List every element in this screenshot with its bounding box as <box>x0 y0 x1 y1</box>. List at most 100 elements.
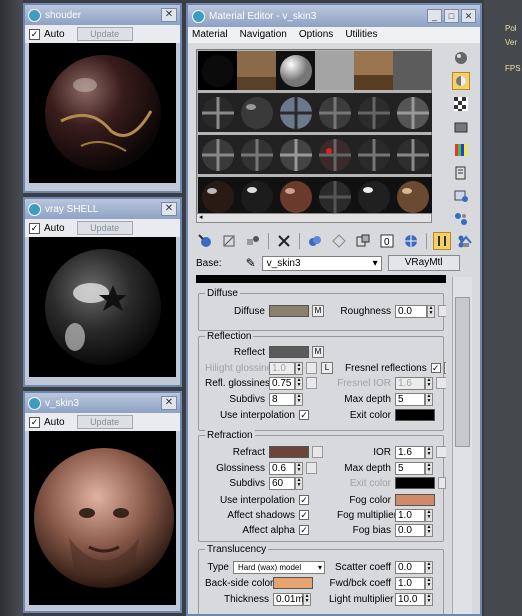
hilight-map-button[interactable] <box>306 362 317 374</box>
put-to-scene-icon[interactable] <box>220 232 238 250</box>
checker-background-icon[interactable] <box>452 95 470 113</box>
menu-options[interactable]: Options <box>299 27 333 43</box>
reflection-max-depth-spinner[interactable]: ▲ ▼ <box>425 392 433 406</box>
sample-slot[interactable] <box>198 93 237 132</box>
sample-slot[interactable] <box>198 135 237 174</box>
sample-slot[interactable] <box>315 51 354 90</box>
fresnel-lock-button[interactable]: L <box>443 362 446 374</box>
sample-slot[interactable] <box>276 177 315 216</box>
menu-navigation[interactable]: Navigation <box>240 27 287 43</box>
preview-window-v-skin3[interactable]: v_skin3 ✕ ✓ Auto Update <box>23 391 182 613</box>
sample-slot[interactable] <box>276 93 315 132</box>
preview-window-vray-shell[interactable]: vray SHELL ✕ ✓ Auto Update <box>23 197 182 387</box>
maximize-icon[interactable]: □ <box>444 9 459 23</box>
chevron-down-icon[interactable]: ▾ <box>318 563 324 572</box>
make-preview-icon[interactable] <box>452 164 470 182</box>
scrollbar-thumb[interactable] <box>455 297 470 447</box>
reflection-use-interpolation-checkbox[interactable]: ✓ <box>299 410 309 420</box>
chevron-down-icon[interactable]: ▾ <box>373 258 381 269</box>
refl-glossiness-input[interactable]: 0.75 <box>269 376 295 390</box>
roughness-input[interactable]: 0.0 <box>395 304 427 318</box>
update-button[interactable]: Update <box>76 27 133 41</box>
fog-bias-input[interactable]: 0.0 <box>395 523 425 537</box>
fog-bias-spinner[interactable]: ▲ ▼ <box>425 523 433 537</box>
get-material-icon[interactable] <box>196 232 214 250</box>
material-editor-window[interactable]: Material Editor - v_skin3 _ □ ✕ Material… <box>186 3 482 616</box>
fwd-bck-coeff-input[interactable]: 1.0 <box>395 576 425 590</box>
preview-titlebar[interactable]: v_skin3 ✕ <box>25 393 180 413</box>
update-button[interactable]: Update <box>76 415 133 429</box>
reflect-map-button[interactable]: M <box>312 346 324 358</box>
select-by-material-icon[interactable] <box>452 210 470 228</box>
options-icon[interactable] <box>452 187 470 205</box>
sample-slot[interactable] <box>237 135 276 174</box>
material-effects-channel-icon[interactable]: 0 <box>378 232 396 250</box>
thickness-input[interactable]: 0.01m <box>273 592 304 606</box>
refraction-glossiness-spinner[interactable]: ▲ ▼ <box>295 461 303 475</box>
refraction-glossiness-map-button[interactable] <box>306 462 317 474</box>
roughness-map-button[interactable] <box>438 305 446 317</box>
refraction-max-depth-spinner[interactable]: ▲ ▼ <box>425 461 433 475</box>
ior-input[interactable]: 1.6 <box>395 445 425 459</box>
light-multiplier-spinner[interactable]: ▲ ▼ <box>425 592 433 606</box>
video-color-check-icon[interactable] <box>452 141 470 159</box>
scatter-coeff-input[interactable]: 0.0 <box>395 560 425 574</box>
light-multiplier-input[interactable]: 10.0 <box>395 592 425 606</box>
go-to-parent-icon[interactable] <box>457 232 475 250</box>
material-name-field[interactable]: v_skin3 ▾ <box>261 255 382 271</box>
refraction-use-interpolation-checkbox[interactable]: ✓ <box>299 495 309 505</box>
translucency-type-dropdown[interactable]: Hard (wax) model ▾ <box>233 560 325 574</box>
sample-slot[interactable] <box>198 51 237 90</box>
slots-horizontal-scrollbar[interactable]: ◂ <box>196 213 432 223</box>
sample-slot[interactable] <box>393 51 432 90</box>
diffuse-map-button[interactable]: M <box>312 305 324 317</box>
preview-window-shouder[interactable]: shouder ✕ ✓ Auto Update <box>23 3 182 193</box>
preview-titlebar[interactable]: shouder ✕ <box>25 5 180 25</box>
close-icon[interactable]: ✕ <box>161 8 177 22</box>
refraction-subdivs-input[interactable]: 60 <box>269 476 295 490</box>
refraction-exit-color-swatch[interactable] <box>395 477 435 489</box>
refraction-glossiness-input[interactable]: 0.6 <box>269 461 295 475</box>
sample-slot[interactable] <box>237 51 276 90</box>
fog-multiplier-spinner[interactable]: ▲ ▼ <box>425 508 433 522</box>
make-copy-icon[interactable] <box>306 232 324 250</box>
back-side-color-swatch[interactable] <box>273 577 313 589</box>
sample-slot[interactable] <box>276 51 315 90</box>
affect-alpha-checkbox[interactable]: ✓ <box>299 525 309 535</box>
thickness-spinner[interactable]: ▲ ▼ <box>303 592 311 606</box>
reflect-color-swatch[interactable] <box>269 346 309 358</box>
auto-checkbox[interactable]: ✓ <box>29 28 40 40</box>
affect-shadows-checkbox[interactable]: ✓ <box>299 510 309 520</box>
sample-slot[interactable] <box>276 135 315 174</box>
sample-slot[interactable] <box>315 135 354 174</box>
menu-utilities[interactable]: Utilities <box>345 27 377 43</box>
fwd-bck-coeff-spinner[interactable]: ▲ ▼ <box>425 576 433 590</box>
roughness-spinner[interactable]: ▲ ▼ <box>427 304 435 318</box>
sample-uv-tiling-icon[interactable] <box>452 118 470 136</box>
diffuse-color-swatch[interactable] <box>269 305 309 317</box>
exit-color-toggle[interactable] <box>438 477 446 489</box>
refraction-max-depth-input[interactable]: 5 <box>395 461 425 475</box>
sample-slot[interactable] <box>315 93 354 132</box>
put-to-library-icon[interactable] <box>354 232 372 250</box>
fog-color-swatch[interactable] <box>395 494 435 506</box>
show-map-in-viewport-icon[interactable] <box>402 232 420 250</box>
close-icon[interactable]: ✕ <box>161 202 177 216</box>
sample-slot[interactable] <box>315 177 354 216</box>
parameters-vertical-scrollbar[interactable] <box>452 277 472 614</box>
make-unique-icon[interactable] <box>330 232 348 250</box>
menu-material[interactable]: Material <box>192 27 228 43</box>
refract-color-swatch[interactable] <box>269 446 309 458</box>
fresnel-ior-input[interactable]: 1.6 <box>395 376 425 390</box>
reflection-max-depth-input[interactable]: 5 <box>395 392 425 406</box>
sample-slot[interactable] <box>354 51 393 90</box>
refract-map-button[interactable] <box>312 446 323 458</box>
ior-spinner[interactable]: ▲ ▼ <box>425 445 433 459</box>
material-type-button[interactable]: VRayMtl <box>387 255 460 271</box>
backlight-icon[interactable] <box>452 72 470 90</box>
fresnel-ior-spinner[interactable]: ▲ ▼ <box>425 376 433 390</box>
close-icon[interactable]: ✕ <box>461 9 476 23</box>
refl-glossiness-spinner[interactable]: ▲ ▼ <box>295 376 303 390</box>
sphere-type-icon[interactable] <box>452 49 470 67</box>
refl-glossiness-map-button[interactable] <box>306 377 317 389</box>
